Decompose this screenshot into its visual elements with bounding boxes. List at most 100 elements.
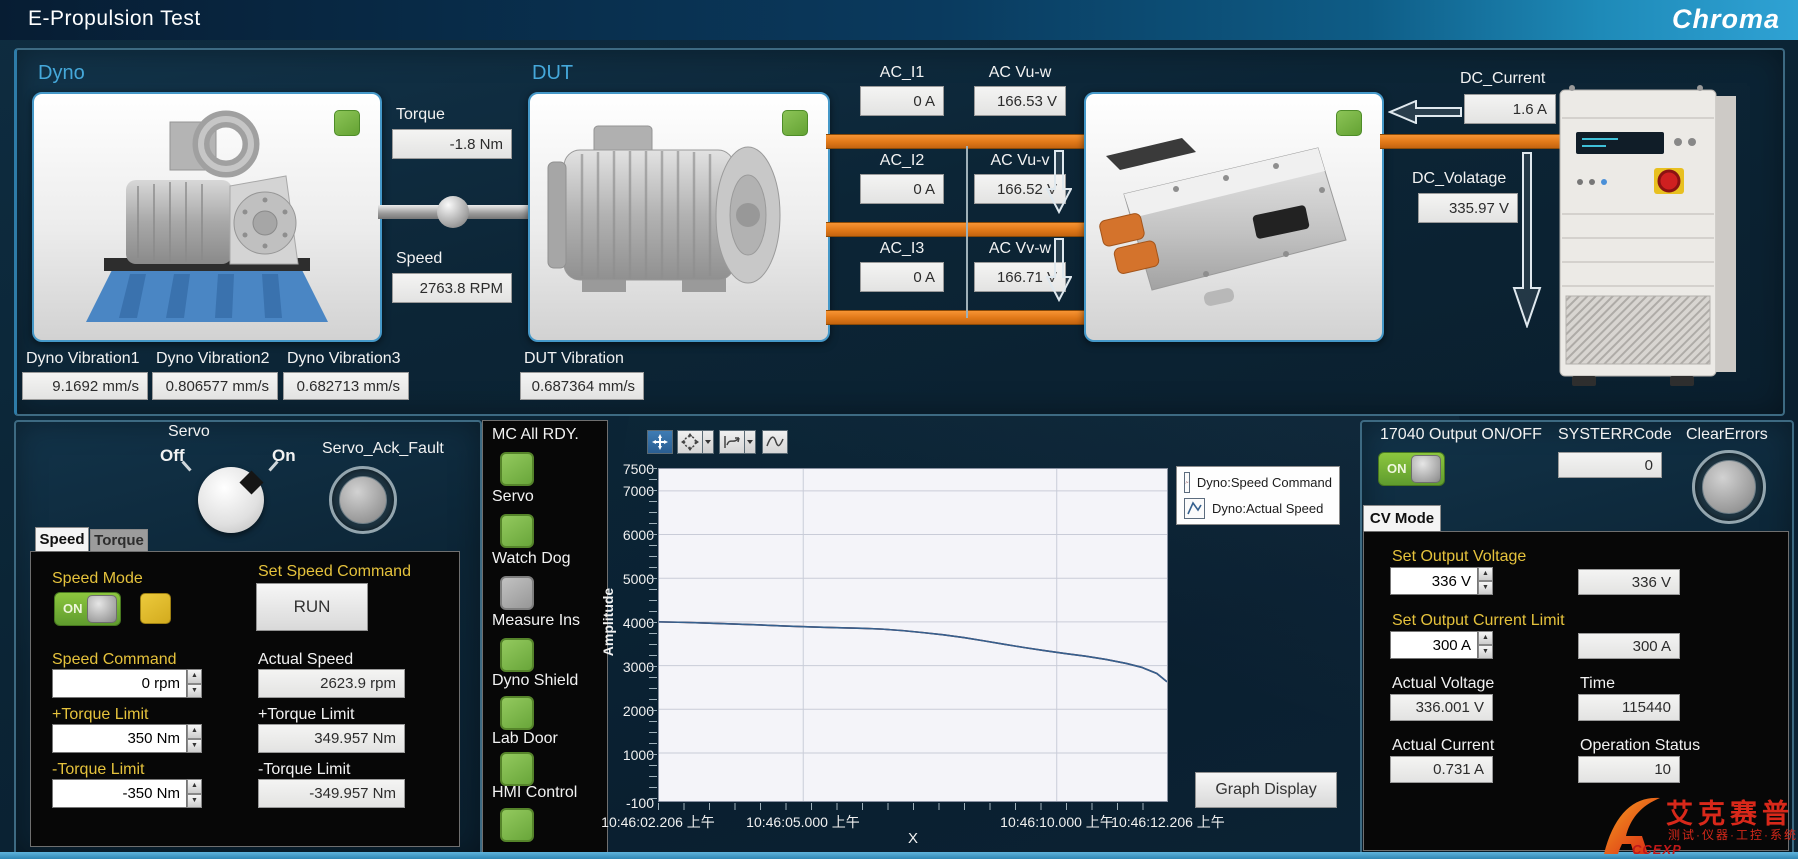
x-axis-minor-ticks: [658, 803, 1168, 810]
output-current-stepper[interactable]: ▲▼: [1478, 631, 1493, 659]
neg-torque-limit-input[interactable]: -350 Nm: [52, 779, 187, 808]
operation-status-label: Operation Status: [1580, 737, 1700, 755]
pan-dropdown-icon[interactable]: [703, 430, 714, 454]
output-current-display: 300 A: [1578, 633, 1680, 659]
graph-display-button[interactable]: Graph Display: [1195, 772, 1337, 808]
pos-torque-actual-label: +Torque Limit: [258, 706, 355, 724]
pos-torque-stepper[interactable]: ▲▼: [187, 724, 202, 753]
servo-ack-fault-label: Servo_Ack_Fault: [322, 440, 444, 458]
hmi-control-led: [500, 808, 534, 842]
mc-item-label: Measure Ins: [492, 612, 580, 630]
inverter-image-box: [1084, 92, 1384, 342]
speed-command-input[interactable]: 0 rpm: [52, 669, 187, 698]
measure-ins-led: [500, 638, 534, 672]
legend-line-icon: [1184, 472, 1190, 493]
dc-current-label: DC_Current: [1460, 70, 1545, 88]
watch-dog-led: [500, 576, 534, 610]
dut-image: [530, 94, 824, 336]
pan-tool-button[interactable]: [677, 430, 703, 454]
crosshair-icon: [651, 433, 669, 451]
zoom-tool-button[interactable]: [719, 430, 745, 454]
syserr-code-value: 0: [1558, 452, 1662, 478]
actual-current-label: Actual Current: [1392, 737, 1494, 755]
mc-item-label: Servo: [492, 488, 534, 506]
down-arrow-icon: ▼: [1478, 645, 1493, 659]
dut-vibration-value: 0.687364 mm/s: [520, 372, 644, 400]
speed-value: 2763.8 RPM: [392, 273, 512, 303]
pos-torque-limit-input[interactable]: 350 Nm: [52, 724, 187, 753]
chroma-logo: Chroma: [1672, 4, 1780, 35]
dyno-status-indicator: [334, 110, 360, 136]
toggle-on-text: ON: [1387, 461, 1407, 476]
dc-voltage-value: 335.97 V: [1418, 193, 1518, 223]
waveform-icon: [766, 433, 784, 451]
speed-mode-label: Speed Mode: [52, 570, 143, 588]
lab-door-led: [500, 752, 534, 786]
speed-command-stepper[interactable]: ▲▼: [187, 669, 202, 698]
ac-probe-line: [966, 146, 968, 318]
down-arrow-icon: ▼: [187, 684, 202, 699]
pan-icon: [681, 433, 699, 451]
run-button[interactable]: RUN: [256, 583, 368, 631]
ac-i1-value: 0 A: [860, 86, 944, 116]
ac-bus-bar: [826, 310, 1084, 325]
set-speed-command-label: Set Speed Command: [258, 563, 411, 581]
ac-bus-bar: [826, 222, 1084, 237]
neg-torque-limit-label: -Torque Limit: [52, 761, 144, 779]
output-voltage-display: 336 V: [1578, 569, 1680, 595]
bottom-edge-bar: [0, 852, 1798, 859]
speed-graph[interactable]: [658, 468, 1168, 802]
mc-item-label: Watch Dog: [492, 550, 571, 568]
zoom-dropdown-icon[interactable]: [745, 430, 756, 454]
down-arrow-icon: ▼: [187, 794, 202, 809]
clear-errors-label: ClearErrors: [1686, 426, 1768, 444]
tab-cv-mode[interactable]: CV Mode: [1363, 505, 1441, 531]
dyno-vibration3-label: Dyno Vibration3: [287, 350, 401, 368]
syserr-code-label: SYSTERRCode: [1558, 426, 1672, 444]
set-output-current-input[interactable]: 300 A: [1390, 631, 1478, 659]
actual-speed-label: Actual Speed: [258, 651, 353, 669]
tab-speed[interactable]: Speed: [35, 527, 89, 551]
set-output-voltage-input[interactable]: 336 V: [1390, 567, 1478, 595]
dut-status-indicator: [782, 110, 808, 136]
up-arrow-icon: ▲: [187, 724, 202, 739]
legend-label: Dyno:Speed Command: [1197, 475, 1332, 490]
crosshair-tool-button[interactable]: [647, 430, 673, 454]
e-propulsion-test-app: E-Propulsion Test Chroma Dyno Torque -1.…: [0, 0, 1798, 859]
x-tick-label: 10:46:05.000 上午: [728, 812, 878, 832]
up-arrow-icon: ▲: [187, 669, 202, 684]
ac-i2-label: AC_I2: [860, 152, 944, 170]
output-onoff-toggle[interactable]: ON: [1378, 452, 1445, 486]
mc-item-label: HMI Control: [492, 784, 577, 802]
tab-torque[interactable]: Torque: [90, 529, 148, 551]
mc-item-label: Dyno Shield: [492, 672, 578, 690]
dyno-image-box: [32, 92, 382, 342]
watermark-latin-text: CCEXP: [1632, 842, 1682, 857]
accexp-watermark: 艾克赛普 测试·仪器·工控·系统 CCEXP: [1596, 786, 1798, 859]
servo-knob-label: Servo: [168, 423, 210, 441]
time-value: 115440: [1578, 694, 1680, 721]
up-arrow-icon: ▲: [1478, 567, 1493, 581]
ac-i3-label: AC_I3: [860, 240, 944, 258]
dyno-image: [34, 94, 376, 336]
down-arrow-icon: [1046, 238, 1072, 302]
pos-torque-limit-label: +Torque Limit: [52, 706, 149, 724]
zoom-icon: [723, 433, 741, 451]
legend-label: Dyno:Actual Speed: [1212, 501, 1323, 516]
neg-torque-stepper[interactable]: ▲▼: [187, 779, 202, 808]
set-output-current-label: Set Output Current Limit: [1392, 612, 1565, 630]
output-voltage-stepper[interactable]: ▲▼: [1478, 567, 1493, 595]
dc-voltage-label: DC_Volatage: [1412, 170, 1506, 188]
speed-label: Speed: [396, 250, 442, 268]
dut-vibration-label: DUT Vibration: [524, 350, 624, 368]
pos-torque-actual-value: 349.957 Nm: [258, 724, 405, 753]
left-arrow-icon: [1388, 100, 1462, 124]
dyno-vibration2-value: 0.806577 mm/s: [152, 372, 278, 400]
ac-i3-value: 0 A: [860, 262, 944, 292]
dc-bus-bar: [1380, 134, 1560, 149]
torque-value: -1.8 Nm: [392, 129, 512, 159]
speed-mode-toggle[interactable]: ON: [54, 592, 121, 626]
waveform-tool-button[interactable]: [762, 430, 788, 454]
up-arrow-icon: ▲: [1478, 631, 1493, 645]
shaft-ball: [437, 196, 469, 228]
